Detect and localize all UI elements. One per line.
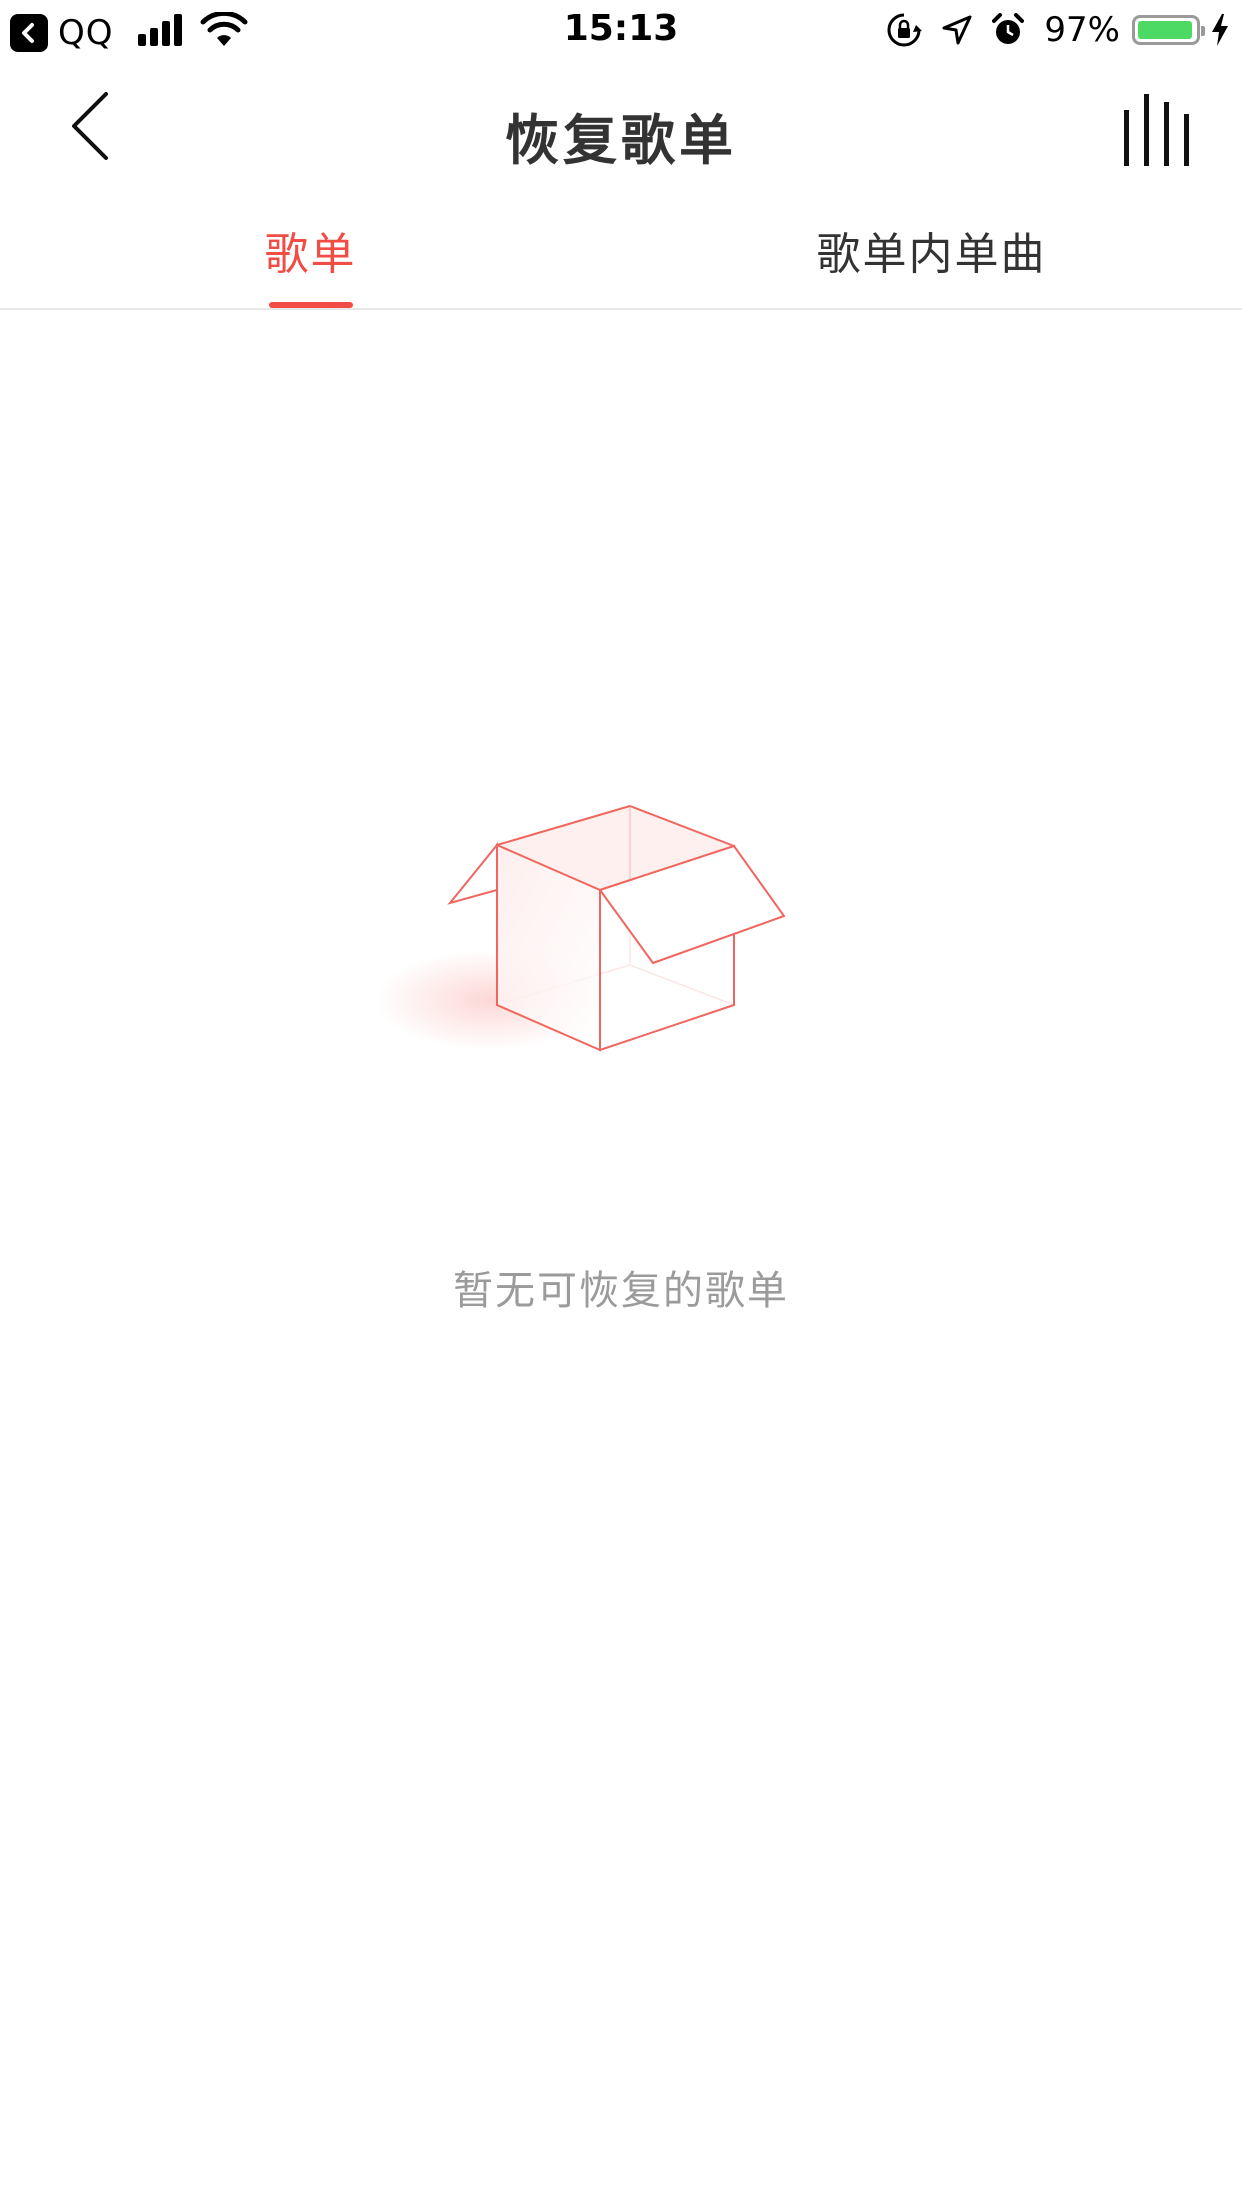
location-icon [942, 15, 972, 45]
status-right-group: 97% [886, 10, 1230, 50]
tab-bar: 歌单 歌单内单曲 [0, 192, 1242, 310]
charging-icon [1212, 14, 1228, 46]
battery-percent: 97% [1044, 10, 1120, 50]
tab-playlists[interactable]: 歌单 [0, 192, 621, 308]
battery-icon [1132, 15, 1205, 45]
active-tab-indicator [269, 302, 353, 308]
page-title: 恢复歌单 [505, 109, 737, 172]
empty-box-icon [375, 805, 786, 1052]
status-bar: QQ 15:13 97% [0, 0, 1242, 60]
battery-fill [1138, 21, 1193, 39]
alarm-icon [992, 13, 1025, 44]
tab-playlist-songs[interactable]: 歌单内单曲 [621, 192, 1242, 308]
rotation-lock-icon [887, 13, 923, 47]
empty-state-message: 暂无可恢复的歌单 [453, 1268, 789, 1314]
now-playing-icon[interactable] [1120, 94, 1200, 166]
nav-bar: 恢复歌单 [0, 60, 1242, 192]
